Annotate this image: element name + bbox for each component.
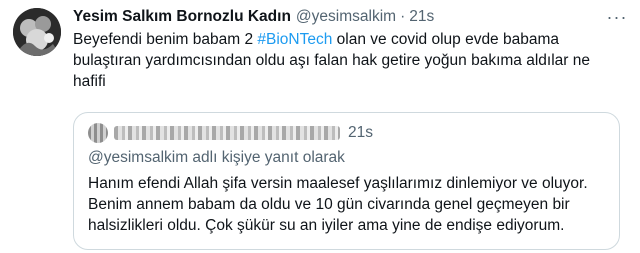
quoted-author-avatar-blurred xyxy=(88,123,108,143)
quoted-tweet-timestamp[interactable]: 21s xyxy=(348,124,373,142)
quoted-tweet[interactable]: 21s @yesimsalkim adlı kişiye yanıt olara… xyxy=(73,112,620,250)
avatar-image xyxy=(13,8,61,56)
more-options-button[interactable]: ··· xyxy=(606,6,628,28)
author-name[interactable]: Yesim Salkım Bornozlu Kadın xyxy=(73,8,291,26)
tweet-timestamp[interactable]: 21s xyxy=(409,8,434,26)
quoted-tweet-header: 21s xyxy=(88,122,373,144)
tweet-text-part: Beyefendi benim babam 2 xyxy=(73,31,258,48)
more-dots-icon: ··· xyxy=(606,6,628,27)
quoted-tweet-text: Hanım efendi Allah şifa versin maalesef … xyxy=(88,175,588,234)
tweet-text: Beyefendi benim babam 2 #BioNTech olan v… xyxy=(73,29,623,92)
author-avatar[interactable] xyxy=(13,8,61,56)
separator-dot: · xyxy=(400,8,406,25)
quoted-author-name-blurred xyxy=(114,126,340,140)
tweet-header: Yesim Salkım Bornozlu Kadın @yesimsalkim… xyxy=(73,6,600,28)
hashtag-link[interactable]: #BioNTech xyxy=(257,31,332,48)
reply-context: @yesimsalkim adlı kişiye yanıt olarak xyxy=(88,149,345,166)
author-handle[interactable]: @yesimsalkim xyxy=(296,8,396,26)
